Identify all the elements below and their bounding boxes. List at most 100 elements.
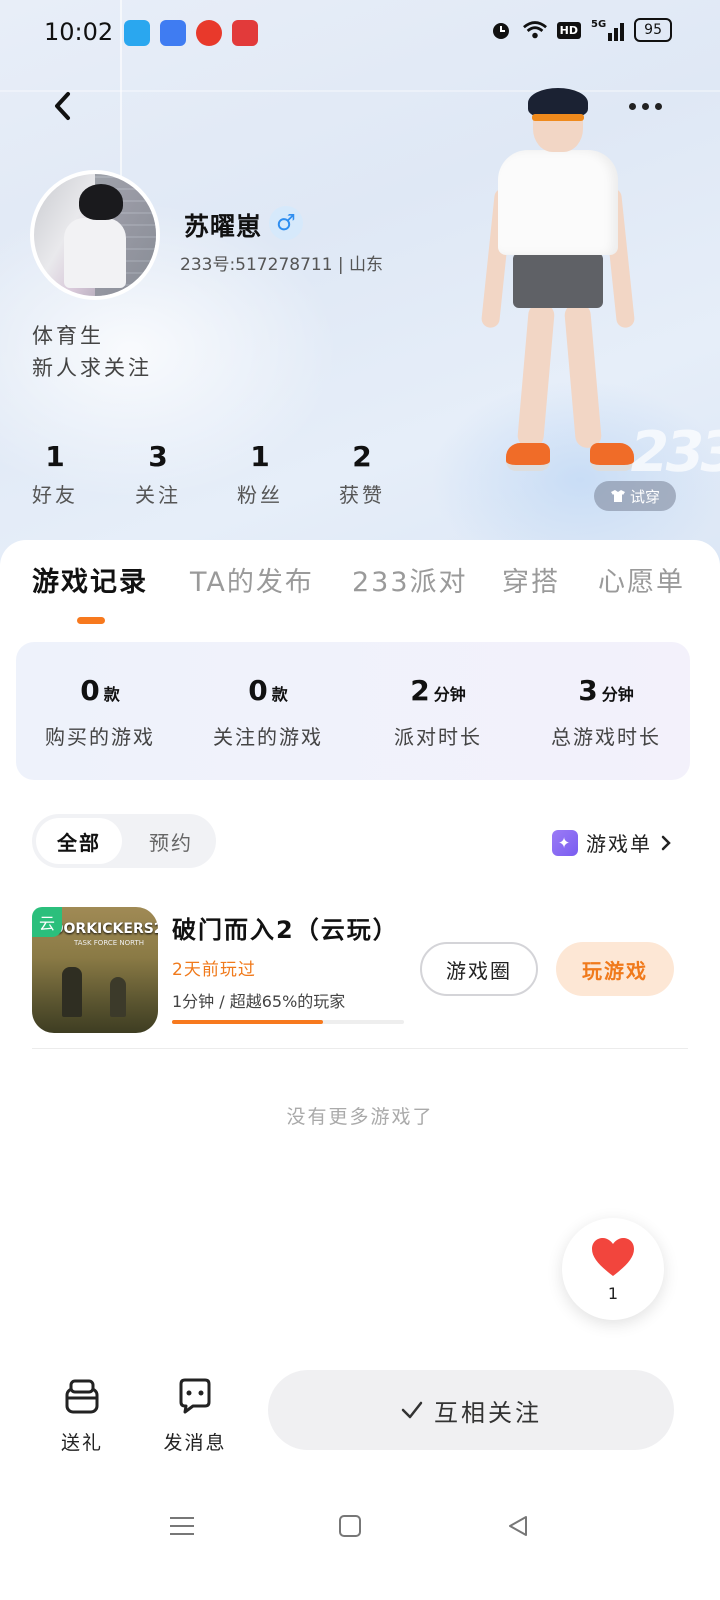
- summary-purchased-games: 0款 购买的游戏: [16, 642, 184, 750]
- avatar[interactable]: [30, 170, 160, 300]
- status-time: 10:02: [44, 18, 114, 46]
- stat-label: 粉丝: [237, 483, 283, 507]
- summary-label: 关注的游戏: [213, 725, 323, 749]
- profile-uid-location: 233号:517278711 | 山东: [180, 255, 384, 275]
- tab-233-party[interactable]: 233派对: [352, 560, 468, 599]
- stat-number: 2: [352, 440, 372, 473]
- summary-value: 3: [578, 674, 598, 707]
- stat-number: 1: [45, 440, 65, 473]
- stat-friends[interactable]: 1 好友: [15, 440, 95, 508]
- stat-label: 获赞: [339, 483, 385, 507]
- tab-wishlist[interactable]: 心愿单: [598, 560, 685, 599]
- play-game-button[interactable]: 玩游戏: [556, 942, 674, 996]
- system-navigation-bar: [0, 1490, 720, 1560]
- stat-label: 关注: [135, 483, 181, 507]
- heart-icon: [592, 1238, 634, 1276]
- summary-party-duration: 2 分钟 派对时长: [354, 642, 522, 750]
- signal-icon: 5G: [591, 19, 625, 41]
- game-last-played: 2天前玩过: [172, 960, 256, 980]
- filter-all-button[interactable]: 全部: [36, 818, 122, 864]
- app-notification-icon: [124, 20, 150, 46]
- game-play-stat: 1分钟 / 超越65%的玩家: [172, 992, 346, 1011]
- summary-unit: 分钟: [433, 685, 466, 704]
- chevron-left-icon: [55, 92, 70, 120]
- nav-home-button[interactable]: [330, 1508, 370, 1544]
- triangle-back-icon: [509, 1516, 527, 1536]
- tab-game-records[interactable]: 游戏记录: [32, 560, 148, 599]
- game-list-label: 游戏单: [586, 832, 652, 856]
- summary-value: 0: [248, 674, 268, 707]
- hd-icon: HD: [556, 21, 581, 39]
- status-indicators: HD 5G 95: [489, 18, 672, 42]
- like-count: 1: [607, 1284, 619, 1303]
- profile-bio: 体育生 新人求关注: [32, 320, 152, 384]
- summary-unit: 款: [103, 685, 120, 704]
- cloud-play-badge: 云: [32, 907, 62, 937]
- summary-unit: 款: [271, 685, 288, 704]
- divider: [32, 1048, 688, 1049]
- send-message-button[interactable]: 发消息: [155, 1376, 235, 1455]
- profile-tabs: 游戏记录 TA的发布 233派对 穿搭 心愿单: [0, 560, 720, 630]
- bio-line: 体育生: [32, 324, 104, 348]
- male-gender-icon: ♂: [269, 206, 303, 240]
- square-icon: [339, 1515, 361, 1537]
- filter-reserve-button[interactable]: 预约: [128, 818, 214, 864]
- chevron-right-icon: [661, 835, 671, 850]
- avatar-character-figure[interactable]: [478, 88, 638, 488]
- nav-back-button[interactable]: [498, 1508, 538, 1544]
- stat-label: 好友: [32, 483, 78, 507]
- nav-menu-button[interactable]: [162, 1508, 202, 1544]
- tshirt-icon: [610, 490, 625, 502]
- stat-fans[interactable]: 1 粉丝: [220, 440, 300, 508]
- sparkle-icon: ✦: [552, 829, 578, 856]
- summary-label: 派对时长: [394, 725, 482, 749]
- tab-outfits[interactable]: 穿搭: [502, 560, 560, 599]
- gift-button[interactable]: 送礼: [42, 1376, 122, 1455]
- follow-label: 互相关注: [434, 1398, 542, 1427]
- try-on-button[interactable]: 试穿: [594, 481, 676, 511]
- app-notification-icon: [160, 20, 186, 46]
- profile-nickname: 苏曜崽: [184, 212, 263, 241]
- game-list-link[interactable]: ✦ 游戏单: [552, 828, 672, 857]
- app-notification-icon: [232, 20, 258, 46]
- stat-number: 3: [148, 440, 168, 473]
- summary-total-play-time: 3 分钟 总游戏时长: [522, 642, 690, 750]
- active-tab-indicator: [77, 617, 105, 624]
- status-app-icons: [124, 20, 258, 46]
- alarm-icon: [489, 18, 513, 42]
- summary-value: 0: [80, 674, 100, 707]
- battery-indicator: 95: [634, 18, 672, 42]
- game-filter-toggle: 全部 预约: [32, 814, 216, 868]
- summary-label: 购买的游戏: [45, 725, 155, 749]
- game-name[interactable]: 破门而入2（云玩）: [172, 910, 399, 945]
- try-on-label: 试穿: [629, 487, 660, 506]
- gift-icon: [65, 1379, 99, 1414]
- stat-following[interactable]: 3 关注: [118, 440, 198, 508]
- summary-followed-games: 0款 关注的游戏: [184, 642, 352, 750]
- game-icon-subtitle: TASK FORCE NORTH: [74, 939, 145, 947]
- game-summary-panel: 0款 购买的游戏 0款 关注的游戏 2 分钟 派对时长 3 分钟 总游戏时长: [16, 642, 690, 780]
- game-circle-button[interactable]: 游戏圈: [420, 942, 538, 996]
- status-bar: 10:02 HD 5G 95: [0, 0, 720, 64]
- stat-likes[interactable]: 2 获赞: [322, 440, 402, 508]
- checkmark-icon: [401, 1401, 423, 1419]
- message-label: 发消息: [163, 1432, 227, 1454]
- mutual-follow-button[interactable]: 互相关注: [268, 1370, 674, 1450]
- summary-value: 2: [410, 674, 430, 707]
- decorative-233-logo: 233: [624, 420, 720, 485]
- menu-icon: [170, 1517, 194, 1535]
- summary-label: 总游戏时长: [551, 725, 661, 749]
- chat-bubble-icon: [179, 1378, 211, 1414]
- game-progress-fill: [172, 1020, 323, 1024]
- stat-number: 1: [250, 440, 270, 473]
- back-button[interactable]: [44, 88, 80, 124]
- like-button[interactable]: 1: [562, 1218, 664, 1320]
- tab-ta-posts[interactable]: TA的发布: [190, 560, 314, 599]
- game-progress-bar: [172, 1020, 404, 1024]
- bio-line: 新人求关注: [32, 356, 152, 380]
- app-notification-icon: [196, 20, 222, 46]
- no-more-games-text: 没有更多游戏了: [286, 1106, 434, 1128]
- summary-unit: 分钟: [601, 685, 634, 704]
- gift-label: 送礼: [60, 1432, 103, 1454]
- wifi-icon: [522, 18, 547, 42]
